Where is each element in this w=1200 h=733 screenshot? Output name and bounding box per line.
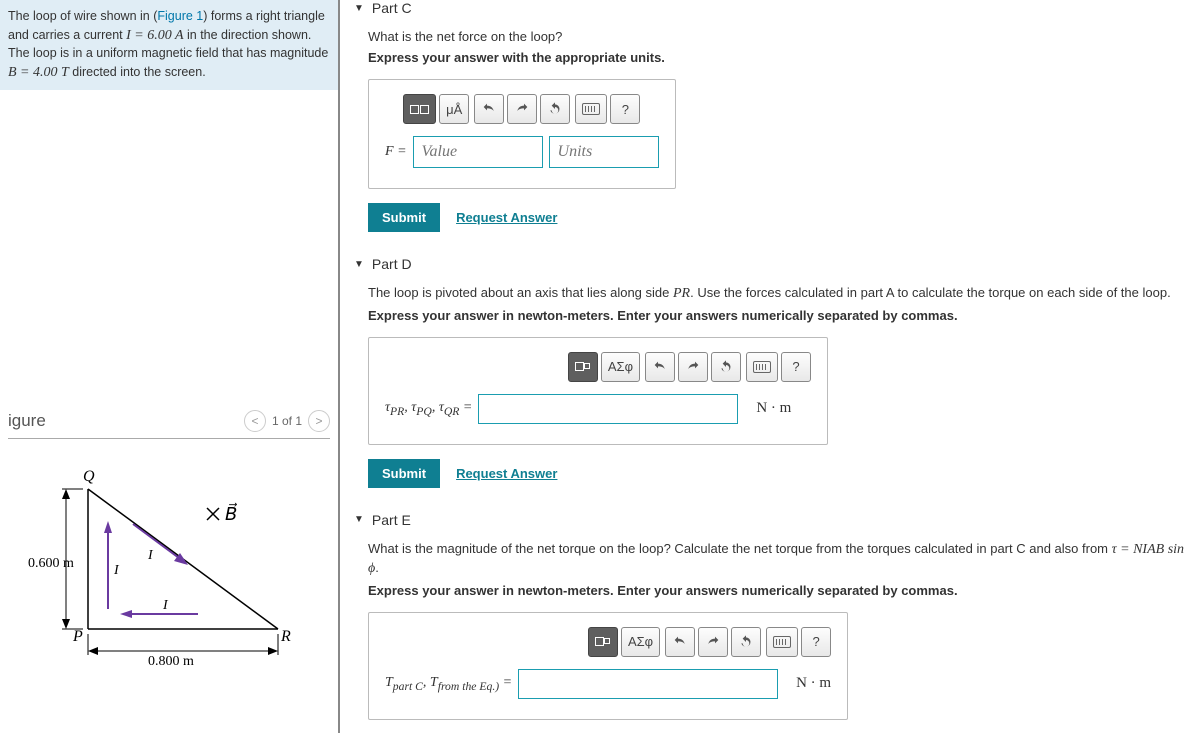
problem-statement: The loop of wire shown in (Figure 1) for… bbox=[0, 0, 338, 90]
part-c-answer-box: μÅ ? F = bbox=[368, 79, 676, 189]
part-c-value-input[interactable] bbox=[413, 136, 543, 168]
part-e-instruction: Express your answer in newton-meters. En… bbox=[368, 583, 1186, 598]
part-e-lhs: Tpart C, Tfrom the Eq.) = bbox=[385, 675, 512, 693]
template-button[interactable] bbox=[588, 627, 618, 657]
figure-prev-button[interactable]: < bbox=[244, 410, 266, 432]
width-label: 0.800 m bbox=[148, 654, 194, 669]
part-c-submit-button[interactable]: Submit bbox=[368, 203, 440, 232]
part-c-request-answer[interactable]: Request Answer bbox=[456, 210, 557, 225]
part-c-units-input[interactable] bbox=[549, 136, 659, 168]
greek-button[interactable]: ΑΣφ bbox=[621, 627, 660, 657]
part-d-submit-button[interactable]: Submit bbox=[368, 459, 440, 488]
current-label-pq: I bbox=[113, 563, 120, 578]
undo-button[interactable] bbox=[665, 627, 695, 657]
figure-counter: 1 of 1 bbox=[272, 414, 302, 428]
template-button[interactable] bbox=[568, 352, 598, 382]
part-d-instruction: Express your answer in newton-meters. En… bbox=[368, 308, 1186, 323]
vertex-q-label: Q bbox=[83, 468, 95, 485]
help-button[interactable]: ? bbox=[801, 627, 831, 657]
part-e-answer-box: ΑΣφ ? Tpart C, Tfrom the Eq bbox=[368, 612, 848, 720]
redo-button[interactable] bbox=[698, 627, 728, 657]
part-d-answer-box: ΑΣφ ? τPR, τPQ, τQR = bbox=[368, 337, 828, 445]
part-e-prompt: What is the magnitude of the net torque … bbox=[368, 540, 1186, 579]
caret-down-icon: ▼ bbox=[354, 259, 364, 270]
part-c-lhs: F = bbox=[385, 144, 407, 160]
reset-button[interactable] bbox=[731, 627, 761, 657]
current-value: I = 6.00 A bbox=[126, 28, 183, 43]
part-d-value-input[interactable] bbox=[478, 394, 738, 424]
part-e-title: Part E bbox=[372, 512, 411, 528]
reset-button[interactable] bbox=[540, 94, 570, 124]
part-c-instruction: Express your answer with the appropriate… bbox=[368, 50, 1186, 65]
figure-diagram: Q P R I I I bbox=[8, 459, 330, 669]
part-d-prompt: The loop is pivoted about an axis that l… bbox=[368, 284, 1186, 304]
part-c-header[interactable]: ▼ Part C bbox=[354, 0, 1186, 16]
caret-down-icon: ▼ bbox=[354, 3, 364, 14]
keyboard-button[interactable] bbox=[575, 94, 607, 124]
undo-button[interactable] bbox=[645, 352, 675, 382]
part-d-request-answer[interactable]: Request Answer bbox=[456, 466, 557, 481]
field-value: B = 4.00 T bbox=[8, 65, 69, 80]
help-button[interactable]: ? bbox=[781, 352, 811, 382]
figure-link[interactable]: Figure 1 bbox=[157, 9, 203, 23]
b-field-label: B⃗ bbox=[225, 503, 237, 524]
part-d-title: Part D bbox=[372, 256, 412, 272]
part-e-header[interactable]: ▼ Part E bbox=[354, 512, 1186, 528]
current-label-qr: I bbox=[147, 548, 154, 563]
redo-button[interactable] bbox=[678, 352, 708, 382]
undo-button[interactable] bbox=[474, 94, 504, 124]
vertex-p-label: P bbox=[72, 628, 83, 645]
part-d-header[interactable]: ▼ Part D bbox=[354, 256, 1186, 272]
part-e-value-input[interactable] bbox=[518, 669, 778, 699]
caret-down-icon: ▼ bbox=[354, 514, 364, 525]
keyboard-button[interactable] bbox=[746, 352, 778, 382]
redo-button[interactable] bbox=[507, 94, 537, 124]
part-c-prompt: What is the net force on the loop? bbox=[368, 28, 1186, 46]
height-label: 0.600 m bbox=[28, 556, 74, 571]
template-button[interactable] bbox=[403, 94, 436, 124]
greek-button[interactable]: ΑΣφ bbox=[601, 352, 640, 382]
figure-title: igure bbox=[8, 411, 46, 431]
reset-button[interactable] bbox=[711, 352, 741, 382]
help-button[interactable]: ? bbox=[610, 94, 640, 124]
part-d-lhs: τPR, τPQ, τQR = bbox=[385, 400, 472, 418]
figure-next-button[interactable]: > bbox=[308, 410, 330, 432]
keyboard-button[interactable] bbox=[766, 627, 798, 657]
part-c-title: Part C bbox=[372, 0, 412, 16]
vertex-r-label: R bbox=[280, 628, 291, 645]
part-e-units: N · m bbox=[796, 675, 831, 692]
current-label-rp: I bbox=[162, 598, 169, 613]
units-picker-button[interactable]: μÅ bbox=[439, 94, 469, 124]
part-d-units: N · m bbox=[756, 400, 791, 417]
